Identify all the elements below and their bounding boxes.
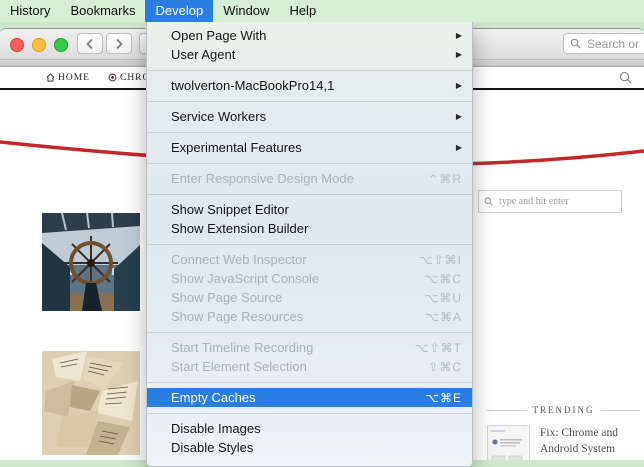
submenu-arrow-icon: ▶ (456, 112, 462, 121)
shortcut-label: ⇧⌘C (428, 360, 462, 374)
article-title[interactable]: Fix: Chrome and Android System Webview i… (540, 425, 640, 460)
site-search-input[interactable] (497, 195, 611, 208)
shortcut-label: ⌥⌘E (425, 391, 462, 405)
shortcut-label: ⌥⇧⌘T (415, 341, 462, 355)
address-search-field[interactable] (563, 33, 644, 54)
menu-item-twolverton-macbookpro14-1[interactable]: twolverton-MacBookPro14,1 ▶ (147, 76, 472, 95)
back-button[interactable] (77, 33, 103, 54)
menu-item-label: User Agent (171, 47, 448, 62)
menu-item-label: Show Snippet Editor (171, 202, 462, 217)
menu-item-enter-responsive-design-mode: Enter Responsive Design Mode ⌃⌘R (147, 169, 472, 188)
shortcut-label: ⌥⌘U (425, 291, 463, 305)
shortcut-label: ⌥⌘A (425, 310, 462, 324)
shortcut-label: ⌥⇧⌘I (419, 253, 462, 267)
menubar-item-develop[interactable]: Develop (145, 0, 213, 22)
shortcut-label: ⌥⌘C (425, 272, 463, 286)
trending-section: TRENDING Fix: Chrome and Android S (487, 405, 640, 460)
article-thumbnail-image (488, 426, 527, 460)
forward-button[interactable] (106, 33, 132, 54)
menu-item-show-snippet-editor[interactable]: Show Snippet Editor (147, 200, 472, 219)
site-nav-search-button[interactable] (619, 71, 632, 87)
search-icon (484, 197, 493, 206)
menu-separator (147, 101, 472, 102)
site-nav-label: HOME (58, 73, 90, 83)
search-icon (570, 38, 581, 49)
develop-menu: Open Page With▶User Agent▶twolverton-Mac… (146, 22, 473, 467)
menu-separator (147, 382, 472, 383)
menu-item-disable-images[interactable]: Disable Images (147, 419, 472, 438)
close-window-button[interactable] (10, 38, 24, 52)
chrome-icon (108, 73, 117, 82)
submenu-arrow-icon: ▶ (456, 31, 462, 40)
address-search-input[interactable] (585, 36, 644, 52)
menu-item-show-javascript-console: Show JavaScript Console ⌥⌘C (147, 269, 472, 288)
menu-item-label: Show Page Source (171, 290, 417, 305)
menu-bar: HistoryBookmarksDevelopWindowHelp (0, 0, 644, 22)
trending-heading-label: TRENDING (533, 405, 595, 415)
post-thumbnail-paper[interactable] (42, 351, 140, 455)
menubar-item-history[interactable]: History (0, 0, 60, 22)
menu-separator (147, 332, 472, 333)
minimize-window-button[interactable] (32, 38, 46, 52)
menu-item-service-workers[interactable]: Service Workers ▶ (147, 107, 472, 126)
menu-item-label: Disable Styles (171, 440, 462, 455)
menu-separator (147, 163, 472, 164)
site-nav-item-home[interactable]: HOME (46, 73, 90, 83)
menu-item-label: Experimental Features (171, 140, 448, 155)
submenu-arrow-icon: ▶ (456, 50, 462, 59)
menubar-item-help[interactable]: Help (279, 0, 326, 22)
menu-item-label: Show Extension Builder (171, 221, 462, 236)
article-thumbnail[interactable] (487, 425, 530, 460)
menu-separator (147, 70, 472, 71)
submenu-arrow-icon: ▶ (456, 81, 462, 90)
search-icon (619, 71, 632, 84)
menu-item-experimental-features[interactable]: Experimental Features ▶ (147, 138, 472, 157)
menu-item-start-element-selection: Start Element Selection ⇧⌘C (147, 357, 472, 376)
menu-item-label: Connect Web Inspector (171, 252, 411, 267)
menu-item-disable-styles[interactable]: Disable Styles (147, 438, 472, 457)
menu-item-label: Start Element Selection (171, 359, 420, 374)
menu-item-start-timeline-recording: Start Timeline Recording ⌥⇧⌘T (147, 338, 472, 357)
menu-item-label: Empty Caches (171, 390, 417, 405)
trending-heading: TRENDING (487, 405, 640, 415)
menu-item-label: Disable Images (171, 421, 462, 436)
menu-item-empty-caches[interactable]: Empty Caches ⌥⌘E (147, 388, 472, 407)
chevron-right-icon (114, 38, 124, 50)
menu-item-label: Enter Responsive Design Mode (171, 171, 420, 186)
menu-separator (147, 132, 472, 133)
submenu-arrow-icon: ▶ (456, 143, 462, 152)
menu-separator (147, 413, 472, 414)
menu-separator (147, 194, 472, 195)
zoom-window-button[interactable] (54, 38, 68, 52)
menu-item-connect-web-inspector: Connect Web Inspector ⌥⇧⌘I (147, 250, 472, 269)
menubar-item-window[interactable]: Window (213, 0, 279, 22)
menu-item-label: Show JavaScript Console (171, 271, 417, 286)
crumpled-paper-photo (42, 351, 140, 455)
menu-item-user-agent[interactable]: User Agent ▶ (147, 45, 472, 64)
chevron-left-icon (85, 38, 95, 50)
menu-item-open-page-with[interactable]: Open Page With ▶ (147, 26, 472, 45)
menu-item-label: Start Timeline Recording (171, 340, 407, 355)
home-icon (46, 73, 55, 82)
shortcut-label: ⌃⌘R (428, 172, 462, 186)
menu-item-label: Service Workers (171, 109, 448, 124)
menu-item-label: Show Page Resources (171, 309, 417, 324)
site-search-field[interactable] (478, 190, 622, 213)
post-thumbnail-ship-wheel[interactable] (42, 213, 140, 311)
ship-wheel-photo (42, 213, 140, 311)
trending-article[interactable]: Fix: Chrome and Android System Webview i… (487, 425, 640, 460)
menu-item-show-page-source: Show Page Source ⌥⌘U (147, 288, 472, 307)
menu-item-label: Open Page With (171, 28, 448, 43)
menubar-item-bookmarks[interactable]: Bookmarks (60, 0, 145, 22)
menu-separator (147, 244, 472, 245)
menu-item-label: twolverton-MacBookPro14,1 (171, 78, 448, 93)
menu-item-show-extension-builder[interactable]: Show Extension Builder (147, 219, 472, 238)
menu-item-show-page-resources: Show Page Resources ⌥⌘A (147, 307, 472, 326)
window-controls (10, 38, 68, 52)
